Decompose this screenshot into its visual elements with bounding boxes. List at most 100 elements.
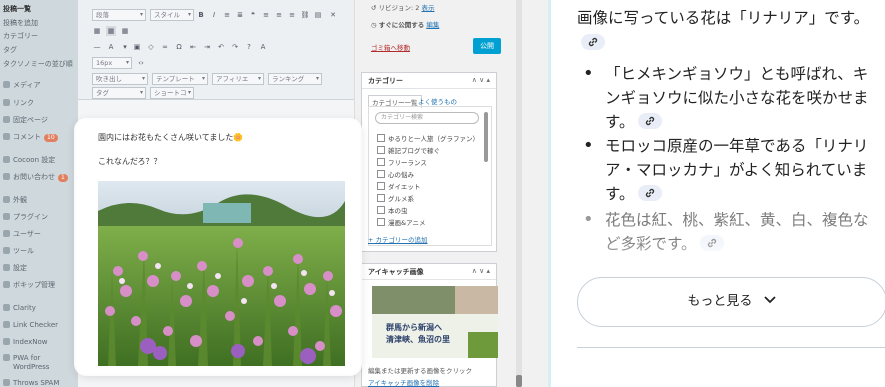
sidebar-item-category[interactable]: カテゴリー [3, 31, 38, 41]
special-char-icon[interactable]: Ω [174, 42, 184, 52]
link-icon[interactable]: ∞ [160, 42, 170, 52]
category-search-input[interactable]: カテゴリー検索 [375, 112, 479, 124]
italic-button[interactable]: I [209, 10, 219, 20]
category-checkbox[interactable]: ゆるりと一人旅（グラファン） [377, 133, 479, 143]
affiliate-select[interactable]: アフィリエ [212, 73, 264, 85]
contact-count-badge: 1 [58, 174, 68, 182]
help-icon[interactable]: ? [244, 42, 254, 52]
box-controls-icon[interactable]: ∧ ∨ ▴ [472, 76, 490, 84]
hr-icon[interactable]: — [92, 42, 102, 52]
sidebar-item-label: WordPress [13, 363, 50, 371]
clear-format-icon[interactable]: ◇ [146, 42, 156, 52]
clarity-icon [3, 304, 10, 311]
page-scrollbar-thumb[interactable] [516, 375, 522, 387]
eyecatch-thumbnail[interactable]: 群馬から新潟へ 清津峡、魚沼の里 [372, 286, 498, 358]
page-scrollbar-track[interactable] [516, 0, 522, 387]
box-controls-icon[interactable]: ∧ ∨ ▴ [472, 267, 490, 275]
text-color-icon[interactable]: A [106, 42, 116, 52]
source-link-icon[interactable] [581, 34, 605, 50]
source-link-icon[interactable] [638, 113, 663, 129]
publish-edit-link[interactable]: 編集 [426, 21, 439, 29]
template-select[interactable]: テンプレート [152, 73, 208, 85]
revision-row: ↺ リビジョン: 2 表示 [371, 4, 435, 12]
source-code-icon[interactable]: ‹› [136, 58, 146, 68]
font-size-select[interactable]: 16px [92, 57, 132, 69]
sidebar-item-plugins[interactable]: プラグイン [3, 212, 48, 222]
category-checkbox[interactable]: フリーランス [377, 157, 427, 167]
show-more-button[interactable]: もっと見る [577, 277, 885, 327]
sidebar-item-tag[interactable]: タグ [3, 45, 17, 55]
category-checkbox[interactable]: グルメ系 [377, 193, 414, 203]
undo-icon[interactable]: ↶ [216, 42, 226, 52]
ranking-select[interactable]: ランキング [268, 73, 322, 85]
sidebar-item-pages[interactable]: 固定ページ [3, 115, 48, 125]
sidebar-item-link-checker[interactable]: Link Checker [3, 320, 58, 330]
category-checkbox[interactable]: 心の悩み [377, 169, 414, 179]
sidebar-item-label: PWA for [13, 354, 41, 362]
toolbar-toggle-icon[interactable]: ▦ [92, 26, 102, 36]
bullet-list-icon[interactable]: ≡ [222, 10, 232, 20]
insert-link-icon[interactable]: ⛓ [300, 10, 310, 20]
quote-icon[interactable]: ❝ [248, 10, 258, 20]
shortcode-select[interactable]: ショートコ [150, 87, 194, 99]
numbered-list-icon[interactable]: ≣ [235, 10, 245, 20]
sidebar-item-taxonomy[interactable]: タクソノミーの並び順 [3, 59, 73, 69]
sidebar-item-indexnow[interactable]: IndexNow [3, 337, 48, 347]
category-checkbox[interactable]: 漫画&アニメ [377, 217, 425, 227]
sidebar-item-posts[interactable]: 投稿一覧 [3, 4, 31, 14]
sidebar-item-throws-spam[interactable]: Throws SPAM [3, 378, 59, 387]
sidebar-item-add-post[interactable]: 投稿を追加 [3, 18, 38, 28]
table-icon[interactable]: ▦ [120, 26, 130, 36]
bold-button[interactable]: B [196, 10, 206, 20]
category-checkbox[interactable]: 本の虫 [377, 205, 408, 215]
format-select[interactable]: 段落 [92, 9, 146, 21]
wordpress-editor-screenshot: 投稿一覧 投稿を追加 カテゴリー タグ タクソノミーの並び順 メディア リンク … [0, 0, 548, 387]
sidebar-item-backup[interactable]: ボキップ管理 [3, 280, 55, 290]
category-checkbox[interactable]: ダイエット [377, 181, 420, 191]
trash-link[interactable]: ゴミ箱へ移動 [371, 42, 410, 52]
align-center-icon[interactable]: ≡ [274, 10, 284, 20]
balloon-select[interactable]: 吹き出し [92, 73, 148, 85]
sidebar-item-pwa-line2[interactable]: WordPress [13, 362, 49, 372]
more-tag-icon[interactable]: ▤ [313, 10, 323, 20]
sidebar-item-label: タクソノミーの並び順 [3, 60, 73, 68]
post-meta-column: ↺ リビジョン: 2 表示 ◷ すぐに公開する 編集 ゴミ箱へ移動 公開 カテゴ… [354, 0, 504, 387]
paste-text-icon[interactable]: ▣ [132, 42, 142, 52]
settings-icon [3, 264, 10, 271]
category-checkbox[interactable]: 雑記ブログで稼ぐ [377, 145, 440, 155]
tab-category-popular[interactable]: よく使うもの [418, 96, 457, 106]
sidebar-item-label: リンク [13, 99, 34, 107]
sidebar-item-cocoon[interactable]: Cocoon 設定 [3, 155, 55, 165]
align-right-icon[interactable]: ≡ [287, 10, 297, 20]
fullscreen-icon[interactable]: ✕ [328, 10, 338, 20]
tag-select[interactable]: タグ [92, 87, 146, 99]
sidebar-item-clarity[interactable]: Clarity [3, 303, 36, 313]
sidebar-item-label: ユーザー [13, 230, 41, 238]
text-color-picker-icon[interactable]: ▾ [120, 42, 130, 52]
sidebar-item-settings[interactable]: 設定 [3, 263, 27, 273]
sidebar-item-appearance[interactable]: 外観 [3, 195, 27, 205]
style-select[interactable]: スタイル [150, 9, 194, 21]
outdent-icon[interactable]: ⇤ [188, 42, 198, 52]
sidebar-item-label: メディア [13, 81, 41, 89]
category-scrollbar[interactable] [484, 112, 488, 162]
sidebar-item-media[interactable]: メディア [3, 80, 41, 90]
add-category-link[interactable]: + カテゴリーの追加 [368, 234, 428, 244]
indent-icon[interactable]: ⇥ [202, 42, 212, 52]
eyecatch-field-image [468, 332, 498, 358]
source-link-icon[interactable] [638, 185, 663, 201]
kitchen-sink-icon[interactable]: ▦ [106, 26, 116, 36]
sidebar-item-users[interactable]: ユーザー [3, 229, 41, 239]
sidebar-item-tools[interactable]: ツール [3, 246, 34, 256]
sidebar-item-comments[interactable]: コメント 10 [3, 132, 58, 142]
publish-button[interactable]: 公開 [473, 38, 501, 54]
revision-link[interactable]: 表示 [422, 4, 435, 12]
highlight-icon[interactable]: A [258, 42, 268, 52]
align-left-icon[interactable]: ≡ [261, 10, 271, 20]
redo-icon[interactable]: ↷ [230, 42, 240, 52]
eyecatch-remove-link[interactable]: アイキャッチ画像を削除 [368, 377, 439, 387]
category-box: カテゴリー ∧ ∨ ▴ カテゴリー一覧 よく使うもの カテゴリー検索 ゆるりと一… [361, 72, 497, 252]
sidebar-item-label: お問い合わせ [13, 173, 55, 181]
sidebar-item-links[interactable]: リンク [3, 98, 34, 108]
sidebar-item-contact[interactable]: お問い合わせ 1 [3, 172, 68, 182]
